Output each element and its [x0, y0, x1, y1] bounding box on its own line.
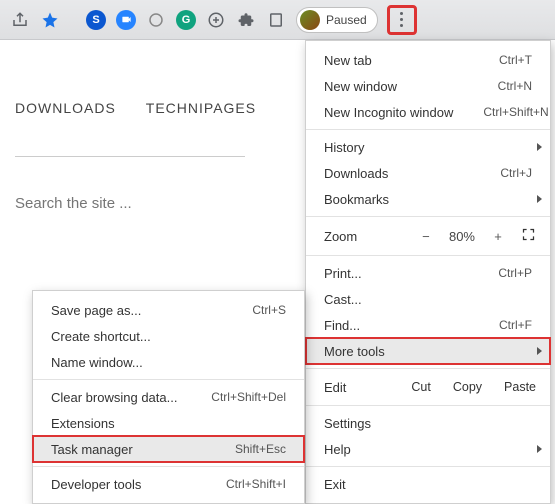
- zoom-value: 80%: [449, 229, 475, 244]
- profile-paused-pill[interactable]: Paused: [296, 7, 378, 33]
- zoom-out-button[interactable]: −: [417, 229, 435, 244]
- menu-exit[interactable]: Exit: [306, 471, 550, 497]
- menu-new-incognito[interactable]: New Incognito windowCtrl+Shift+N: [306, 99, 550, 125]
- chevron-right-icon: [537, 195, 542, 203]
- submenu-save-page-as[interactable]: Save page as...Ctrl+S: [33, 297, 304, 323]
- menu-cast[interactable]: Cast...: [306, 286, 550, 312]
- fullscreen-icon[interactable]: [521, 227, 536, 245]
- chrome-main-menu: New tabCtrl+T New windowCtrl+N New Incog…: [305, 40, 551, 504]
- avatar: [300, 10, 320, 30]
- menu-history[interactable]: History: [306, 134, 550, 160]
- menu-new-window[interactable]: New windowCtrl+N: [306, 73, 550, 99]
- menu-print[interactable]: Print...Ctrl+P: [306, 260, 550, 286]
- chevron-right-icon: [537, 347, 542, 355]
- edit-label: Edit: [324, 380, 346, 395]
- nav-downloads[interactable]: DOWNLOADS: [15, 100, 116, 116]
- paused-label: Paused: [326, 13, 367, 27]
- edit-paste[interactable]: Paste: [504, 380, 536, 394]
- extension-g-icon[interactable]: G: [176, 10, 196, 30]
- menu-more-tools[interactable]: More tools: [306, 338, 550, 364]
- menu-downloads[interactable]: DownloadsCtrl+J: [306, 160, 550, 186]
- submenu-clear-browsing-data[interactable]: Clear browsing data...Ctrl+Shift+Del: [33, 384, 304, 410]
- submenu-create-shortcut[interactable]: Create shortcut...: [33, 323, 304, 349]
- menu-help[interactable]: Help: [306, 436, 550, 462]
- submenu-extensions[interactable]: Extensions: [33, 410, 304, 436]
- edit-copy[interactable]: Copy: [453, 380, 482, 394]
- menu-find[interactable]: Find...Ctrl+F: [306, 312, 550, 338]
- extension-plus-icon[interactable]: [206, 10, 226, 30]
- menu-new-tab[interactable]: New tabCtrl+T: [306, 47, 550, 73]
- browser-toolbar: S G Paused: [0, 0, 555, 40]
- menu-bookmarks[interactable]: Bookmarks: [306, 186, 550, 212]
- search-input[interactable]: [15, 187, 245, 220]
- submenu-task-manager[interactable]: Task managerShift+Esc: [33, 436, 304, 462]
- more-tools-submenu: Save page as...Ctrl+S Create shortcut...…: [32, 290, 305, 504]
- reading-list-icon[interactable]: [266, 10, 286, 30]
- edit-cut[interactable]: Cut: [411, 380, 430, 394]
- extension-s-icon[interactable]: S: [86, 10, 106, 30]
- chevron-right-icon: [537, 143, 542, 151]
- share-icon[interactable]: [10, 10, 30, 30]
- chrome-menu-button[interactable]: [388, 6, 416, 34]
- submenu-name-window[interactable]: Name window...: [33, 349, 304, 375]
- chevron-right-icon: [537, 445, 542, 453]
- menu-edit-row: Edit Cut Copy Paste: [306, 373, 550, 401]
- zoom-in-button[interactable]: +: [489, 229, 507, 244]
- zoom-label: Zoom: [324, 229, 357, 244]
- nav-technipages[interactable]: TECHNIPAGES: [146, 100, 256, 116]
- extension-camera-icon[interactable]: [116, 10, 136, 30]
- bookmark-star-icon[interactable]: [40, 10, 60, 30]
- menu-settings[interactable]: Settings: [306, 410, 550, 436]
- menu-zoom-row: Zoom − 80% +: [306, 221, 550, 251]
- extension-circle-icon[interactable]: [146, 10, 166, 30]
- submenu-developer-tools[interactable]: Developer toolsCtrl+Shift+I: [33, 471, 304, 497]
- extensions-puzzle-icon[interactable]: [236, 10, 256, 30]
- kebab-icon: [400, 12, 403, 27]
